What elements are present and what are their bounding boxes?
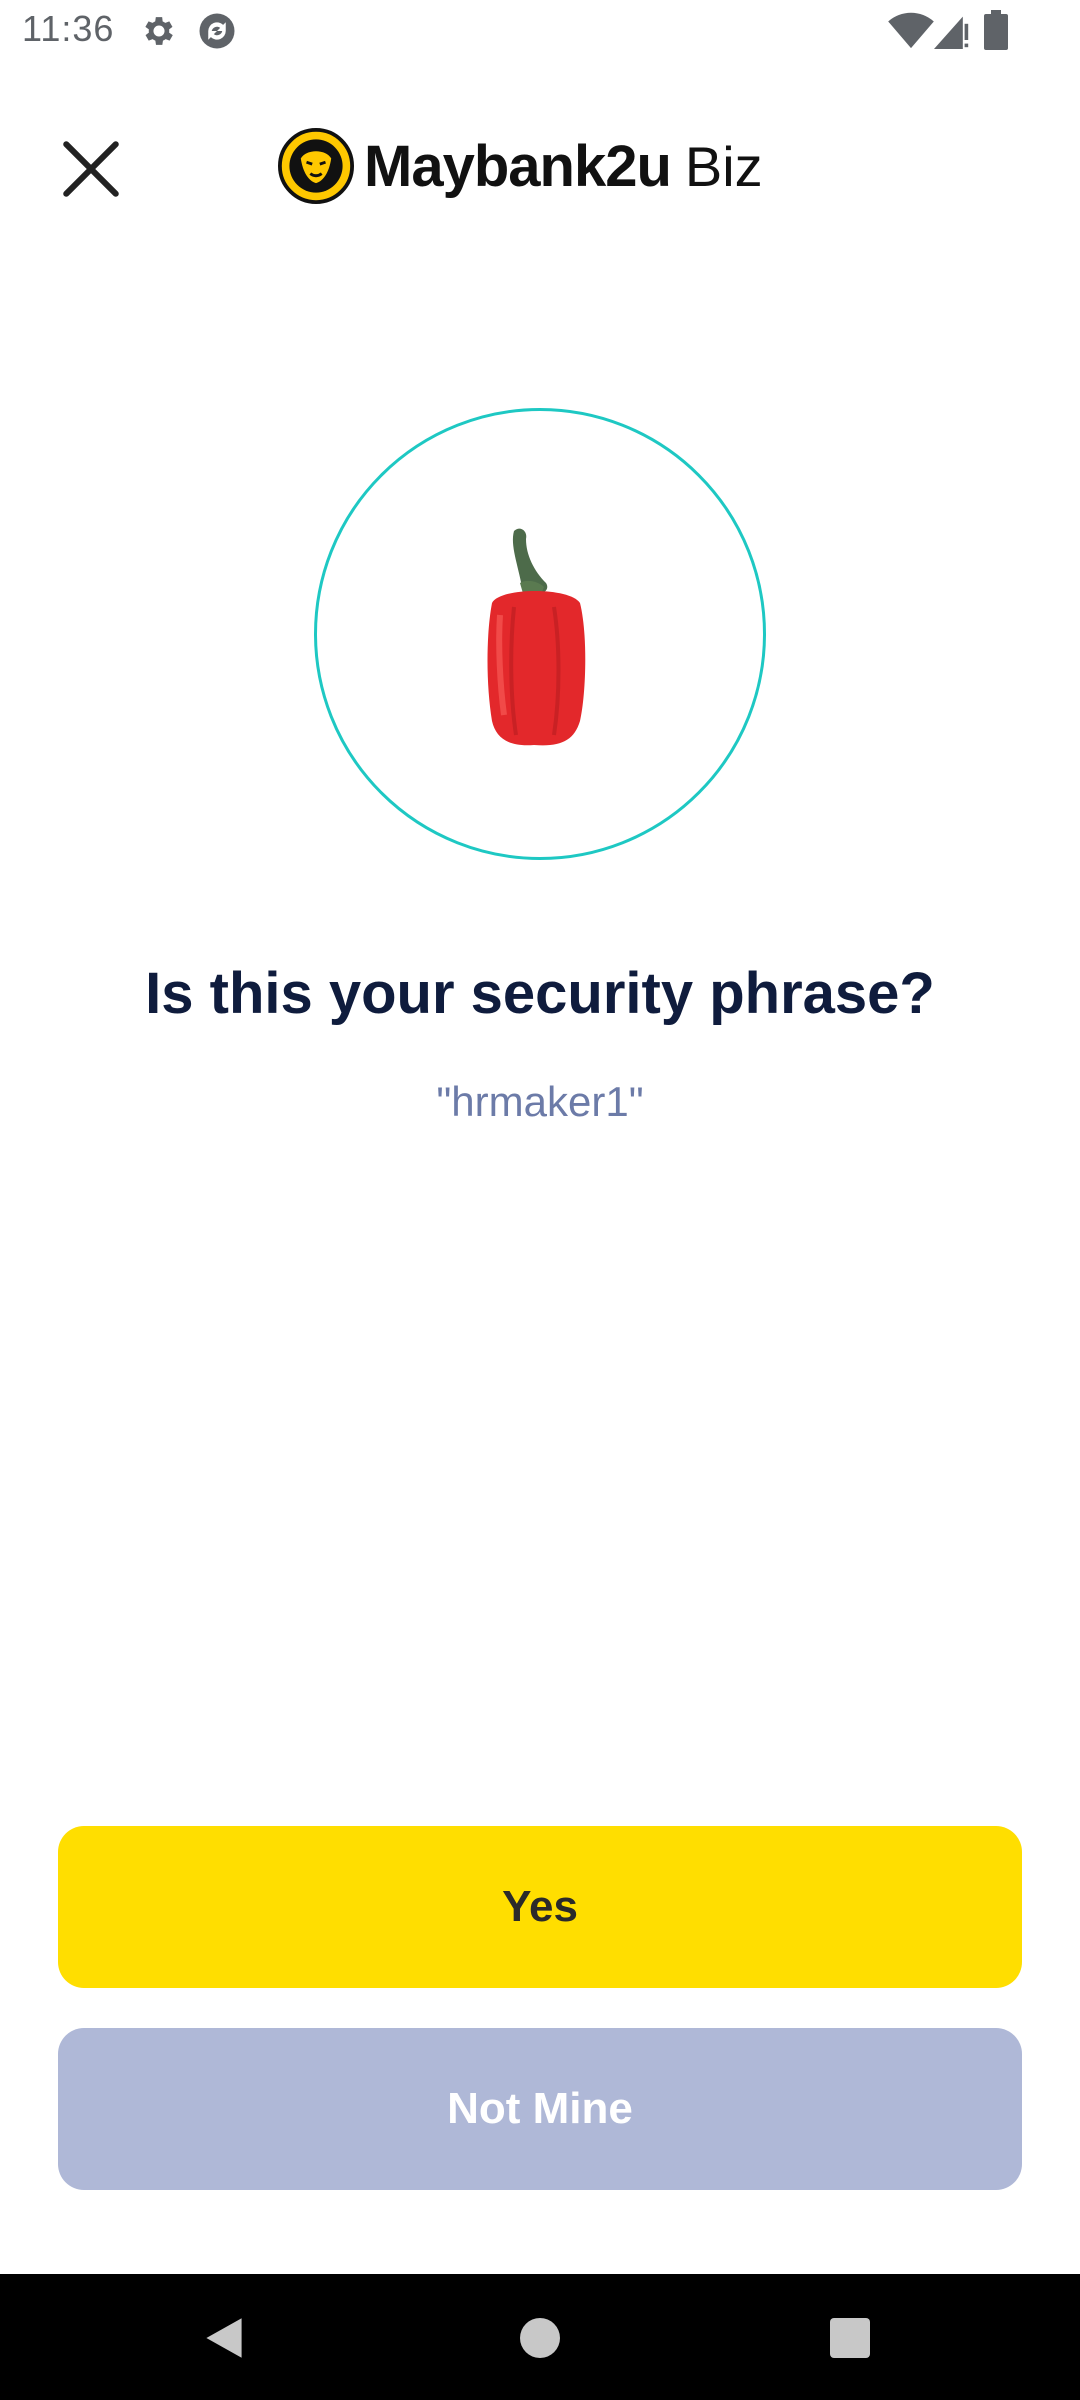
status-bar: 11:36 — [0, 0, 1080, 64]
battery-icon — [984, 10, 1008, 50]
maybank2u-biz-logo: Maybank2u Biz — [278, 126, 763, 206]
wifi-icon — [888, 12, 934, 49]
navigation-bar — [0, 2274, 1080, 2400]
red-bell-pepper-image — [487, 528, 586, 746]
signal-icon — [934, 16, 969, 50]
tiger-emblem-icon — [278, 128, 354, 204]
yes-button[interactable]: Yes — [58, 1826, 1022, 1988]
recents-icon[interactable] — [830, 2318, 870, 2358]
not-mine-button[interactable]: Not Mine — [58, 2028, 1022, 2190]
logo-text: Maybank2u — [364, 133, 672, 199]
logo-suffix: Biz — [684, 134, 763, 198]
security-phrase-question: Is this your security phrase? — [145, 961, 935, 1026]
home-icon[interactable] — [520, 2318, 560, 2358]
security-phrase-screen: 11:36 Maybank2u Biz Is this your securit… — [0, 0, 1080, 2400]
close-icon[interactable] — [58, 136, 124, 202]
security-phrase-value: "hrmaker1" — [436, 1078, 644, 1125]
status-time: 11:36 — [22, 8, 115, 49]
sync-icon — [199, 13, 235, 49]
back-icon[interactable] — [202, 2316, 246, 2360]
gear-icon — [145, 17, 173, 45]
